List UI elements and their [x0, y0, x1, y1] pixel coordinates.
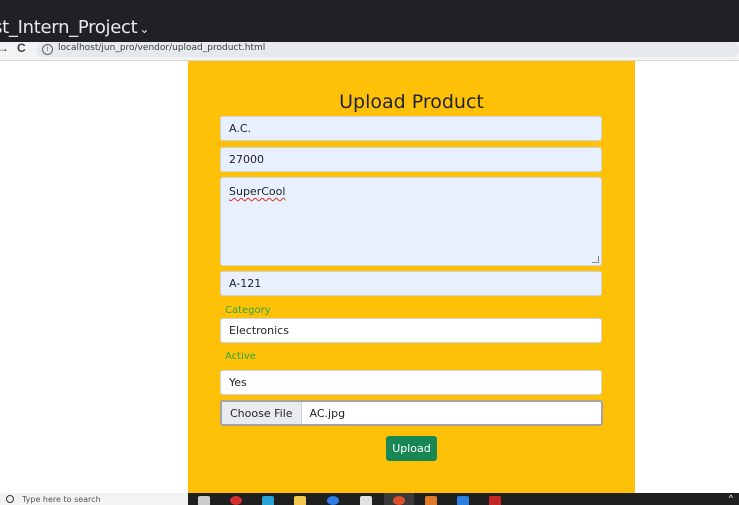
- xampp-icon[interactable]: [425, 496, 437, 505]
- folder-icon[interactable]: [294, 496, 306, 505]
- upload-form-panel: Upload Product A.C. 27000 SuperCool A-12…: [188, 61, 635, 493]
- edge-icon[interactable]: [262, 496, 274, 505]
- chevron-down-icon[interactable]: ⌄: [139, 22, 149, 36]
- address-bar: → C i localhost/jun_pro/vendor/upload_pr…: [0, 41, 739, 61]
- file-name: AC.jpg: [309, 406, 346, 420]
- product-name-input[interactable]: A.C.: [220, 116, 602, 141]
- category-label: Category: [225, 305, 271, 316]
- active-select[interactable]: Yes: [220, 370, 602, 395]
- window-titlebar: rst_Intern_Project ⌄: [0, 0, 739, 42]
- description-value: SuperCool: [229, 185, 286, 198]
- upload-button[interactable]: Upload: [386, 436, 437, 461]
- messenger-icon[interactable]: [327, 496, 339, 505]
- product-code-value: A-121: [229, 277, 262, 290]
- product-code-input[interactable]: A-121: [220, 271, 602, 296]
- resize-handle[interactable]: [592, 256, 599, 263]
- window-title-text: rst_Intern_Project: [0, 17, 138, 38]
- app-icon[interactable]: [489, 496, 501, 505]
- url-text[interactable]: localhost/jun_pro/vendor/upload_product.…: [58, 43, 265, 53]
- file-input[interactable]: Choose File AC.jpg: [220, 400, 603, 426]
- vscode-icon[interactable]: [457, 496, 469, 505]
- chrome-icon[interactable]: [393, 496, 405, 505]
- reload-icon[interactable]: C: [17, 41, 26, 55]
- taskbar-search-box[interactable]: Type here to search: [0, 493, 188, 505]
- document-icon[interactable]: [360, 496, 372, 505]
- price-input[interactable]: 27000: [220, 147, 602, 172]
- url-field[interactable]: i localhost/jun_pro/vendor/upload_produc…: [36, 42, 739, 57]
- active-label: Active: [225, 351, 256, 362]
- price-value: 27000: [229, 153, 264, 166]
- description-textarea[interactable]: SuperCool: [220, 177, 602, 266]
- search-icon: [6, 495, 14, 503]
- taskbar-search-placeholder: Type here to search: [22, 495, 101, 504]
- info-icon[interactable]: i: [42, 44, 53, 55]
- product-name-value: A.C.: [229, 122, 252, 135]
- back-arrow-icon[interactable]: →: [0, 41, 9, 55]
- category-select[interactable]: Electronics: [220, 318, 602, 343]
- active-value: Yes: [229, 376, 247, 389]
- system-tray-icon[interactable]: ^: [729, 493, 733, 503]
- category-value: Electronics: [229, 324, 289, 337]
- choose-file-button[interactable]: Choose File: [222, 402, 302, 424]
- opera-icon[interactable]: [230, 496, 242, 505]
- taskbar: Type here to search ^: [0, 493, 739, 505]
- window-title[interactable]: rst_Intern_Project ⌄: [0, 17, 149, 38]
- page-title: Upload Product: [339, 91, 484, 113]
- task-view-icon[interactable]: [198, 496, 210, 505]
